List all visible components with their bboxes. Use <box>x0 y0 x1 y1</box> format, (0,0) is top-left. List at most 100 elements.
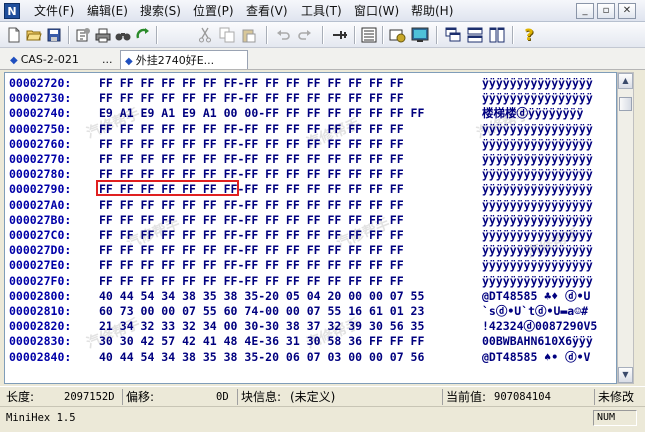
redo-icon[interactable] <box>296 26 314 44</box>
tab-active-document[interactable]: ◆ 外挂2740好E... <box>120 50 248 69</box>
save-icon[interactable] <box>45 26 63 44</box>
hex-ascii[interactable]: 00BWBAHN610X6ÿÿÿ <box>482 334 593 349</box>
tools-icon[interactable] <box>389 26 407 44</box>
tab-ellipsis[interactable]: ... <box>98 50 120 69</box>
cascade-icon[interactable] <box>444 26 462 44</box>
app-icon[interactable]: N <box>4 3 20 19</box>
hex-bytes[interactable]: 30 30 42 57 42 41 48 4E-36 31 30 58 36 F… <box>99 334 424 349</box>
hex-bytes[interactable]: 21 34 32 33 32 34 00 30-30 38 37 32 39 3… <box>99 319 424 334</box>
new-file-icon[interactable] <box>5 26 23 44</box>
hex-bytes[interactable]: 40 44 54 34 38 35 38 35-20 06 07 03 00 0… <box>99 350 424 365</box>
hex-row[interactable]: 00002840: 40 44 54 34 38 35 38 35-20 06 0… <box>5 350 615 365</box>
hex-row[interactable]: 000027B0: FF FF FF FF FF FF FF-FF FF FF F… <box>5 213 615 228</box>
hex-editor-view[interactable]: 汽修帮手 汽修帮手 汽修帮手 汽修帮手 汽修帮手 汽修帮手 汽修帮手 汽修帮手 … <box>4 72 617 384</box>
hex-row[interactable]: 00002740: E9 A1 E9 A1 E9 A1 00 00-FF FF F… <box>5 106 615 121</box>
hex-ascii[interactable]: @DT48585 ♠• ⓓ•V <box>482 350 590 365</box>
menu-edit[interactable]: 编辑(E) <box>87 3 128 19</box>
list-icon[interactable] <box>360 26 378 44</box>
hex-ascii[interactable]: @DT48585 ♣♦ ⓓ•U <box>482 289 590 304</box>
bookmark-icon[interactable] <box>331 26 349 44</box>
hex-row[interactable]: 000027C0: FF FF FF FF FF FF FF-FF FF FF F… <box>5 228 615 243</box>
hex-ascii[interactable]: ÿÿÿÿÿÿÿÿÿÿÿÿÿÿÿÿ <box>482 274 593 289</box>
hex-ascii[interactable]: ÿÿÿÿÿÿÿÿÿÿÿÿÿÿÿÿ <box>482 91 593 106</box>
scroll-up-icon[interactable]: ▲ <box>618 73 633 89</box>
tile-horizontal-icon[interactable] <box>466 26 484 44</box>
vertical-scrollbar[interactable]: ▲ ▼ <box>617 72 634 384</box>
menu-position[interactable]: 位置(P) <box>193 3 234 19</box>
hex-bytes[interactable]: FF FF FF FF FF FF FF-FF FF FF FF FF FF F… <box>99 198 404 213</box>
hex-bytes[interactable]: FF FF FF FF FF FF FF-FF FF FF FF FF FF F… <box>99 274 404 289</box>
hex-ascii[interactable]: ÿÿÿÿÿÿÿÿÿÿÿÿÿÿÿÿ <box>482 122 593 137</box>
hex-bytes[interactable]: FF FF FF FF FF FF FF-FF FF FF FF FF FF F… <box>99 76 404 91</box>
menu-view[interactable]: 查看(V) <box>246 3 288 19</box>
hex-row[interactable]: 00002830: 30 30 42 57 42 41 48 4E-36 31 3… <box>5 334 615 349</box>
hex-bytes[interactable]: FF FF FF FF FF FF FF-FF FF FF FF FF FF F… <box>99 228 404 243</box>
minimize-icon[interactable]: _ <box>576 3 594 19</box>
screen-icon[interactable] <box>411 26 429 44</box>
hex-bytes[interactable]: FF FF FF FF FF FF FF-FF FF FF FF FF FF F… <box>99 182 404 197</box>
menu-file[interactable]: 文件(F) <box>34 3 74 19</box>
hex-row[interactable]: 000027A0: FF FF FF FF FF FF FF-FF FF FF F… <box>5 198 615 213</box>
hex-ascii[interactable]: ÿÿÿÿÿÿÿÿÿÿÿÿÿÿÿÿ <box>482 152 593 167</box>
hex-row[interactable]: 00002760: FF FF FF FF FF FF FF-FF FF FF F… <box>5 137 615 152</box>
hex-bytes[interactable]: FF FF FF FF FF FF FF-FF FF FF FF FF FF F… <box>99 167 404 182</box>
hex-ascii[interactable]: 楼梯楼ⓓÿÿÿÿÿÿÿÿ <box>482 106 583 121</box>
properties-icon[interactable] <box>74 26 92 44</box>
hex-bytes[interactable]: 60 73 00 00 07 55 60 74-00 00 07 55 16 6… <box>99 304 424 319</box>
find-icon[interactable] <box>114 26 132 44</box>
scroll-down-icon[interactable]: ▼ <box>618 367 633 383</box>
hex-row[interactable]: 00002820: 21 34 32 33 32 34 00 30-30 38 3… <box>5 319 615 334</box>
cut-icon[interactable] <box>196 26 214 44</box>
print-icon[interactable] <box>94 26 112 44</box>
hex-row[interactable]: 00002750: FF FF FF FF FF FF FF-FF FF FF F… <box>5 122 615 137</box>
undo-icon[interactable] <box>274 26 292 44</box>
hex-ascii[interactable]: ÿÿÿÿÿÿÿÿÿÿÿÿÿÿÿÿ <box>482 213 593 228</box>
hex-row[interactable]: 00002780: FF FF FF FF FF FF FF-FF FF FF F… <box>5 167 615 182</box>
hex-bytes[interactable]: FF FF FF FF FF FF FF-FF FF FF FF FF FF F… <box>99 243 404 258</box>
hex-bytes[interactable]: 40 44 54 34 38 35 38 35-20 05 04 20 00 0… <box>99 289 424 304</box>
hex-bytes[interactable]: FF FF FF FF FF FF FF-FF FF FF FF FF FF F… <box>99 258 404 273</box>
hex-bytes[interactable]: FF FF FF FF FF FF FF-FF FF FF FF FF FF F… <box>99 91 404 106</box>
paste-icon[interactable] <box>240 26 258 44</box>
hex-ascii[interactable]: ÿÿÿÿÿÿÿÿÿÿÿÿÿÿÿÿ <box>482 243 593 258</box>
hex-bytes[interactable]: FF FF FF FF FF FF FF-FF FF FF FF FF FF F… <box>99 152 404 167</box>
hex-ascii[interactable]: ÿÿÿÿÿÿÿÿÿÿÿÿÿÿÿÿ <box>482 228 593 243</box>
menu-help[interactable]: 帮助(H) <box>411 3 453 19</box>
tab-cas-2-021[interactable]: ◆ CAS-2-021 <box>6 50 96 69</box>
scroll-thumb[interactable] <box>619 97 632 111</box>
hex-row[interactable]: 000027D0: FF FF FF FF FF FF FF-FF FF FF F… <box>5 243 615 258</box>
hex-ascii[interactable]: !42324ⓓ0087290V5 <box>482 319 597 334</box>
hex-bytes[interactable]: E9 A1 E9 A1 E9 A1 00 00-FF FF FF FF FF F… <box>99 106 424 121</box>
menu-window[interactable]: 窗口(W) <box>354 3 399 19</box>
tile-vertical-icon[interactable] <box>488 26 506 44</box>
help-icon[interactable]: ? <box>520 26 538 44</box>
hex-row[interactable]: 000027E0: FF FF FF FF FF FF FF-FF FF FF F… <box>5 258 615 273</box>
hex-bytes[interactable]: FF FF FF FF FF FF FF-FF FF FF FF FF FF F… <box>99 122 404 137</box>
hex-row[interactable]: 000027F0: FF FF FF FF FF FF FF-FF FF FF F… <box>5 274 615 289</box>
hex-row[interactable]: 00002790: FF FF FF FF FF FF FF-FF FF FF F… <box>5 182 615 197</box>
menu-search[interactable]: 搜索(S) <box>140 3 181 19</box>
hex-bytes[interactable]: FF FF FF FF FF FF FF-FF FF FF FF FF FF F… <box>99 213 404 228</box>
hex-bytes[interactable]: FF FF FF FF FF FF FF-FF FF FF FF FF FF F… <box>99 137 404 152</box>
refresh-icon[interactable] <box>134 26 152 44</box>
menu-tools[interactable]: 工具(T) <box>301 3 342 19</box>
restore-icon[interactable]: ▫ <box>597 3 615 19</box>
hex-ascii[interactable]: ÿÿÿÿÿÿÿÿÿÿÿÿÿÿÿÿ <box>482 198 593 213</box>
hex-ascii[interactable]: ÿÿÿÿÿÿÿÿÿÿÿÿÿÿÿÿ <box>482 76 593 91</box>
close-icon[interactable]: ✕ <box>618 3 636 19</box>
hex-row[interactable]: 00002810: 60 73 00 00 07 55 60 74-00 00 0… <box>5 304 615 319</box>
copy-icon[interactable] <box>218 26 236 44</box>
hex-ascii[interactable]: ÿÿÿÿÿÿÿÿÿÿÿÿÿÿÿÿ <box>482 137 593 152</box>
status-separator <box>122 389 123 405</box>
hex-ascii[interactable]: ÿÿÿÿÿÿÿÿÿÿÿÿÿÿÿÿ <box>482 182 593 197</box>
hex-ascii[interactable]: ÿÿÿÿÿÿÿÿÿÿÿÿÿÿÿÿ <box>482 258 593 273</box>
hex-ascii[interactable]: ÿÿÿÿÿÿÿÿÿÿÿÿÿÿÿÿ <box>482 167 593 182</box>
hex-ascii[interactable]: `sⓓ•U`tⓓ•U▬a☺# <box>482 304 588 319</box>
hex-row[interactable]: 00002770: FF FF FF FF FF FF FF-FF FF FF F… <box>5 152 615 167</box>
hex-address: 00002810: <box>9 304 72 318</box>
hex-row[interactable]: 00002800: 40 44 54 34 38 35 38 35-20 05 0… <box>5 289 615 304</box>
open-folder-icon[interactable] <box>25 26 43 44</box>
hex-row[interactable]: 00002730: FF FF FF FF FF FF FF-FF FF FF F… <box>5 91 615 106</box>
hex-address: 00002790: <box>9 182 72 197</box>
hex-row[interactable]: 00002720: FF FF FF FF FF FF FF-FF FF FF F… <box>5 76 615 91</box>
